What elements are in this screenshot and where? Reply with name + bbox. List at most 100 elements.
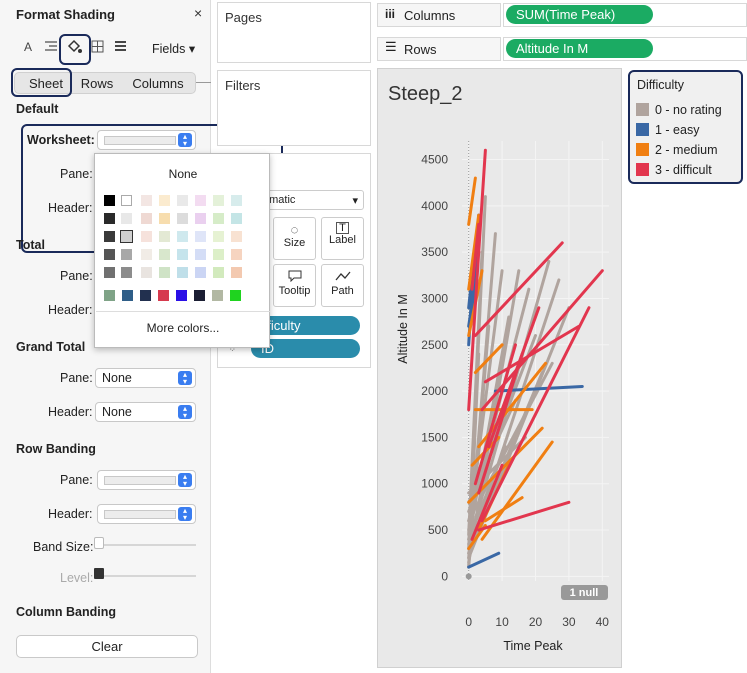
rows-shelf[interactable]: Altitude In M [503, 37, 747, 61]
color-swatch-option[interactable] [231, 195, 242, 206]
grand-total-header-label: Header: [48, 405, 93, 419]
color-swatch-option[interactable] [141, 267, 152, 278]
legend-item[interactable]: 3 - difficult [636, 163, 712, 177]
tab-columns[interactable]: Columns [125, 76, 191, 91]
recent-color-swatch[interactable] [194, 290, 205, 301]
recent-color-swatch[interactable] [104, 290, 115, 301]
color-swatch-option[interactable] [177, 249, 188, 260]
lines-icon[interactable] [112, 40, 128, 55]
color-swatch-option[interactable] [104, 267, 115, 278]
recent-color-swatch[interactable] [176, 290, 187, 301]
color-swatch-option[interactable] [195, 231, 206, 242]
color-swatch-option[interactable] [141, 249, 152, 260]
recent-color-swatch[interactable] [140, 290, 151, 301]
default-heading: Default [16, 102, 59, 116]
more-colors-option[interactable]: More colors... [95, 321, 271, 335]
row-banding-header-select[interactable]: ▴ ▾ [97, 504, 196, 524]
color-swatch-option[interactable] [104, 195, 115, 206]
color-swatch-option[interactable] [177, 195, 188, 206]
recent-color-swatch[interactable] [230, 290, 241, 301]
line-chart[interactable]: 0 10 20 30 40 0 500 1000 1500 2000 2500 3000 3500 400… [378, 69, 623, 669]
color-swatch-option[interactable] [104, 249, 115, 260]
color-swatch-option[interactable] [231, 267, 242, 278]
color-swatch-option[interactable] [159, 195, 170, 206]
tooltip-button[interactable]: Tooltip [273, 264, 316, 307]
size-button[interactable]: ◌ Size [273, 217, 316, 260]
legend-item[interactable]: 0 - no rating [636, 103, 722, 117]
color-swatch-option[interactable] [213, 249, 224, 260]
color-swatch-option[interactable] [177, 267, 188, 278]
color-swatch-option[interactable] [141, 231, 152, 242]
row-banding-pane-select[interactable]: ▴ ▾ [97, 470, 196, 490]
color-swatch-option[interactable] [177, 231, 188, 242]
band-size-handle[interactable] [94, 537, 104, 549]
tab-rows[interactable]: Rows [79, 76, 115, 91]
legend-item[interactable]: 1 - easy [636, 123, 699, 137]
recent-color-swatch[interactable] [158, 290, 169, 301]
color-swatch-option[interactable] [195, 249, 206, 260]
grand-total-pane-select[interactable]: None ▴ ▾ [95, 368, 196, 388]
color-picker-popup: None More colors... [94, 153, 270, 348]
band-size-slider[interactable] [96, 544, 196, 546]
close-icon[interactable]: × [194, 5, 202, 21]
recent-color-swatch[interactable] [212, 290, 223, 301]
legend-swatch [636, 163, 649, 176]
borders-icon[interactable] [89, 40, 105, 56]
color-swatch-option[interactable] [159, 249, 170, 260]
color-swatch-option[interactable] [121, 249, 132, 260]
pages-card[interactable]: Pages [217, 2, 371, 63]
clear-button[interactable]: Clear [16, 635, 198, 658]
recent-color-swatch[interactable] [122, 290, 133, 301]
color-swatch-option[interactable] [159, 267, 170, 278]
color-swatch-option[interactable] [141, 213, 152, 224]
divider [96, 311, 270, 312]
level-slider[interactable] [96, 575, 196, 577]
y-tick-label: 3000 [421, 291, 448, 305]
color-swatch-option[interactable] [177, 213, 188, 224]
grand-total-header-select[interactable]: None ▴ ▾ [95, 402, 196, 422]
mark-type-select[interactable]: omatic ▾ [258, 190, 364, 210]
fields-dropdown[interactable]: Fields ▾ [152, 41, 195, 56]
series-line [467, 176, 477, 226]
worksheet-view[interactable]: Steep_2 0 10 20 30 40 0 500 1000 1500 2000 2500 300… [377, 68, 622, 668]
color-swatch-option[interactable] [141, 195, 152, 206]
color-swatch-option[interactable] [231, 249, 242, 260]
color-swatch-option[interactable] [213, 213, 224, 224]
color-swatch-option[interactable] [121, 213, 132, 224]
row-banding-heading: Row Banding [16, 442, 96, 456]
null-indicator: 1 null [570, 587, 599, 599]
none-option[interactable]: None [95, 167, 271, 181]
altitude-in-m-pill[interactable]: Altitude In M [506, 39, 653, 58]
color-swatch-option[interactable] [195, 213, 206, 224]
sum-time-peak-pill[interactable]: SUM(Time Peak) [506, 5, 653, 24]
color-swatch-option[interactable] [213, 267, 224, 278]
color-swatch-option[interactable] [159, 213, 170, 224]
x-tick-label: 0 [465, 615, 472, 629]
y-tick-label: 4000 [421, 199, 448, 213]
color-swatch-option[interactable] [231, 231, 242, 242]
color-swatch-option[interactable] [104, 231, 115, 242]
alignment-icon[interactable] [43, 40, 59, 55]
series-line [467, 551, 501, 569]
grand-total-heading: Grand Total [16, 340, 86, 354]
color-swatch-option[interactable] [121, 267, 132, 278]
color-swatch-option[interactable] [213, 231, 224, 242]
font-format-icon[interactable]: A [20, 40, 36, 54]
filters-title: Filters [225, 78, 261, 93]
color-swatch-option[interactable] [104, 213, 115, 224]
legend-swatch [636, 143, 649, 156]
color-swatch-option[interactable] [213, 195, 224, 206]
color-swatch-option[interactable] [195, 195, 206, 206]
color-swatch-option[interactable] [121, 195, 132, 206]
filters-card[interactable]: Filters [217, 70, 371, 146]
color-swatch-option[interactable] [159, 231, 170, 242]
total-pane-label: Pane: [60, 269, 93, 283]
legend-item[interactable]: 2 - medium [636, 143, 718, 157]
color-swatch-option[interactable] [195, 267, 206, 278]
color-swatch-option[interactable] [231, 213, 242, 224]
label-button[interactable]: T Label [321, 217, 364, 260]
level-handle[interactable] [94, 568, 104, 579]
columns-shelf[interactable]: SUM(Time Peak) [503, 3, 747, 27]
path-button[interactable]: Path [321, 264, 364, 307]
color-swatch-option[interactable] [120, 230, 133, 243]
